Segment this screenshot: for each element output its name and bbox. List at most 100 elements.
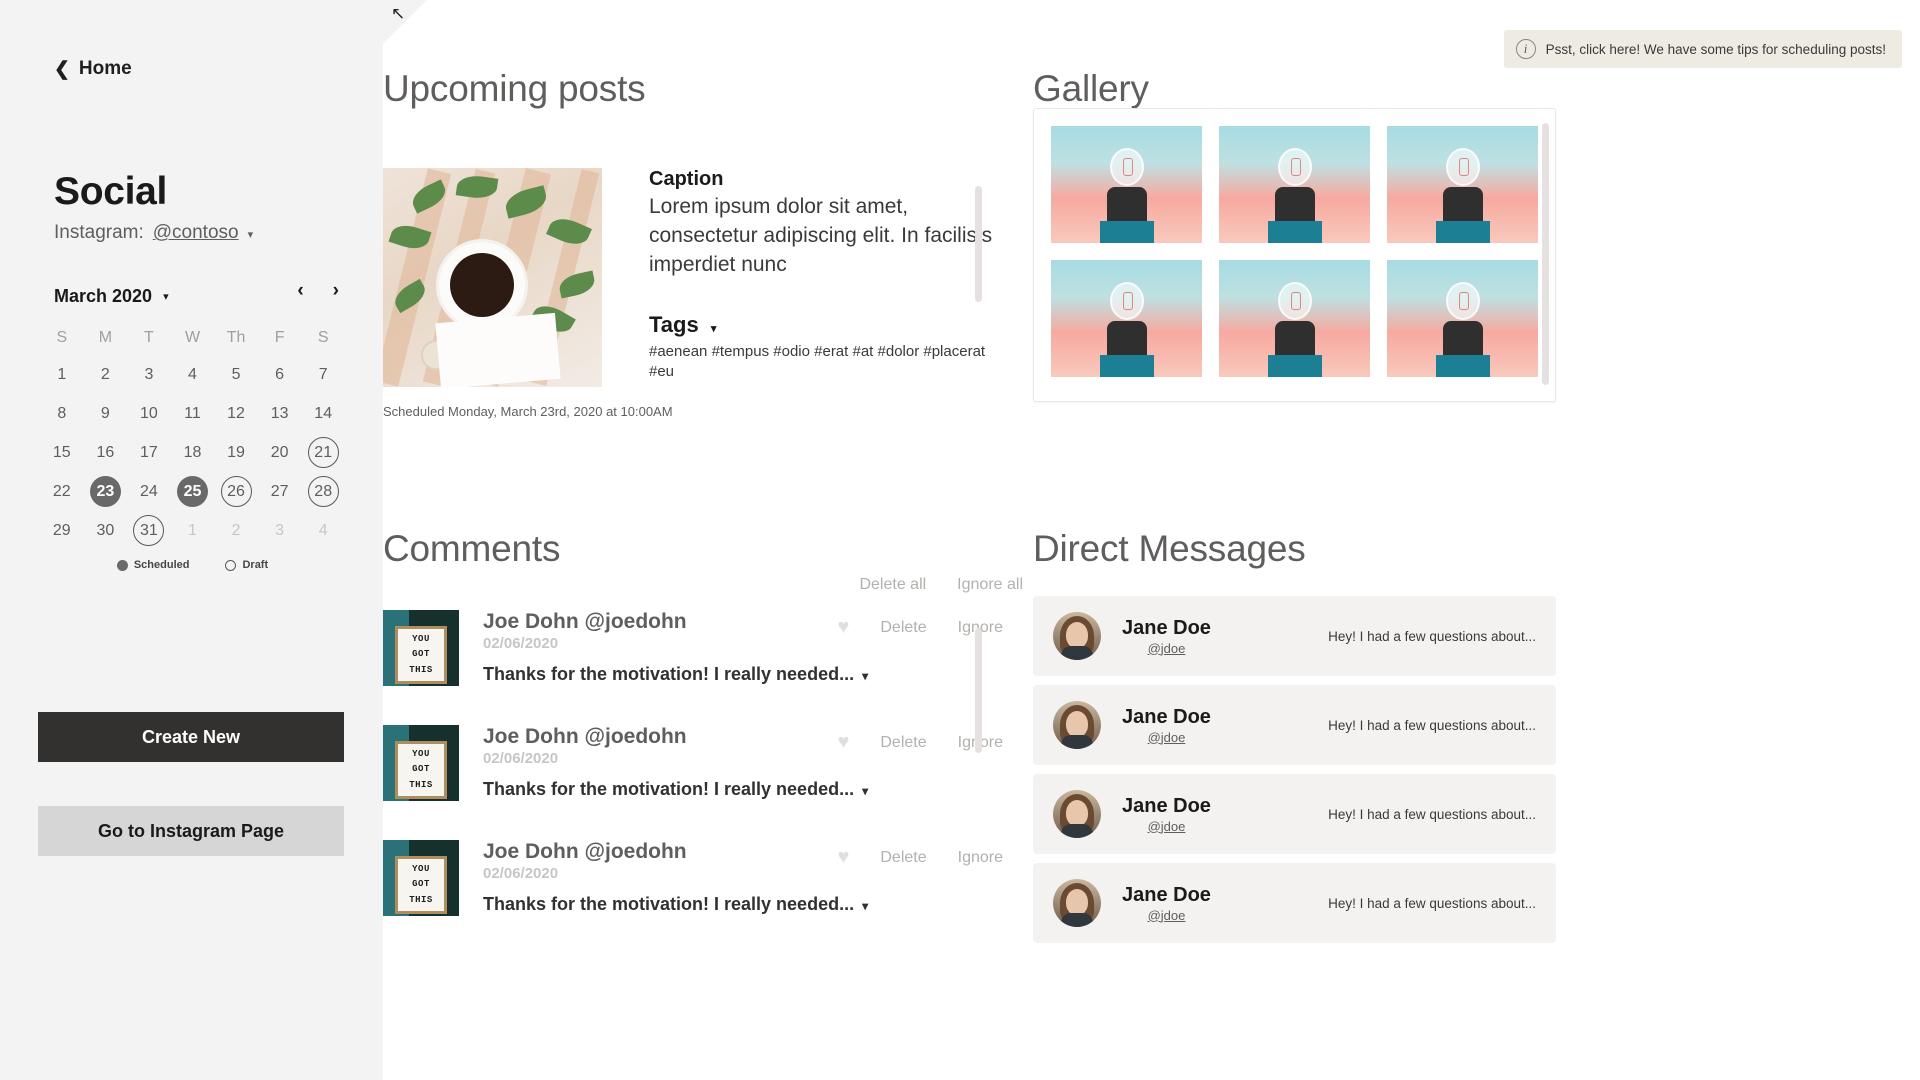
gallery-tile[interactable] <box>1051 260 1202 377</box>
calendar-day[interactable]: 14 <box>301 394 345 433</box>
create-new-button[interactable]: Create New <box>38 712 344 762</box>
home-back-link[interactable]: ❮ Home <box>54 58 132 80</box>
delete-comment-button[interactable]: Delete <box>880 619 926 637</box>
direct-message-item[interactable]: Jane Doe @jdoe Hey! I had a few questions … <box>1033 774 1556 854</box>
comment-item: YOU GOT THIS Joe Dohn @joedohn 02/06/2020 Tha… <box>383 840 1003 916</box>
chevron-down-icon[interactable]: ▾ <box>862 899 868 913</box>
calendar-day[interactable]: 6 <box>258 355 302 394</box>
calendar-day[interactable]: 28 <box>301 472 345 511</box>
upcoming-posts-title: Upcoming posts <box>383 68 646 109</box>
delete-comment-button[interactable]: Delete <box>880 849 926 867</box>
delete-comment-button[interactable]: Delete <box>880 734 926 752</box>
calendar-day[interactable]: 10 <box>127 394 171 433</box>
calendar-month-label[interactable]: March 2020 <box>40 286 152 307</box>
calendar-day-label: 1 <box>188 521 197 539</box>
calendar-day[interactable]: 2 <box>84 355 128 394</box>
direct-message-item[interactable]: Jane Doe @jdoe Hey! I had a few questions … <box>1033 685 1556 765</box>
calendar-day[interactable]: 22 <box>40 472 84 511</box>
calendar-day[interactable]: 15 <box>40 433 84 472</box>
direct-message-identity: Jane Doe @jdoe <box>1122 706 1211 745</box>
direct-message-handle[interactable]: @jdoe <box>1122 819 1211 834</box>
direct-message-item[interactable]: Jane Doe @jdoe Hey! I had a few questions … <box>1033 596 1556 676</box>
calendar-day[interactable]: 8 <box>40 394 84 433</box>
comment-text[interactable]: Thanks for the motivation! I really need… <box>483 664 1003 685</box>
direct-message-name: Jane Doe <box>1122 616 1211 639</box>
calendar-day[interactable]: 31 <box>127 511 171 550</box>
upcoming-scrollbar[interactable] <box>975 186 982 302</box>
heart-icon[interactable]: ♥ <box>838 731 850 754</box>
calendar-day-label: 13 <box>270 404 289 422</box>
sleeve-shape <box>1267 221 1322 243</box>
comments-scrollbar[interactable] <box>975 628 982 753</box>
ignore-comment-button[interactable]: Ignore <box>958 849 1003 867</box>
scheduled-dot-icon <box>116 559 128 571</box>
gallery-scrollbar[interactable] <box>1542 123 1549 385</box>
calendar-next-button[interactable]: › <box>333 280 339 302</box>
calendar-day-label: 8 <box>57 404 67 422</box>
gallery-tile[interactable] <box>1219 126 1370 243</box>
calendar-day[interactable]: 27 <box>258 472 302 511</box>
heart-icon[interactable]: ♥ <box>838 616 850 639</box>
calendar-day[interactable]: 25 <box>171 472 215 511</box>
go-to-instagram-page-button[interactable]: Go to Instagram Page <box>38 806 344 856</box>
calendar-day[interactable]: 1 <box>40 355 84 394</box>
calendar-day[interactable]: 29 <box>40 511 84 550</box>
gallery-tile[interactable] <box>1051 126 1202 243</box>
calendar-day[interactable]: 3 <box>258 511 302 550</box>
calendar-day[interactable]: 19 <box>214 433 258 472</box>
delete-all-button[interactable]: Delete all <box>859 576 926 594</box>
calendar-day[interactable]: 30 <box>84 511 128 550</box>
calendar-day[interactable]: 23 <box>84 472 128 511</box>
calendar-day[interactable]: 4 <box>301 511 345 550</box>
calendar-day-label: 4 <box>188 365 197 383</box>
calendar-dow-0: S <box>56 329 68 346</box>
calendar-day[interactable]: 5 <box>214 355 258 394</box>
collapse-arrow-icon[interactable]: ↖ <box>391 4 405 24</box>
chevron-down-icon[interactable]: ▾ <box>711 323 717 335</box>
calendar-day[interactable]: 12 <box>214 394 258 433</box>
calendar-prev-button[interactable]: ‹ <box>297 280 303 302</box>
calendar-day-label: 25 <box>176 476 208 507</box>
account-handle[interactable]: @contoso <box>153 222 239 244</box>
comment-text-value: Thanks for the motivation! I really need… <box>483 894 855 914</box>
comment-text[interactable]: Thanks for the motivation! I really need… <box>483 894 1003 915</box>
direct-message-handle[interactable]: @jdoe <box>1122 908 1211 923</box>
heart-icon[interactable]: ♥ <box>838 846 850 869</box>
gallery-tile[interactable] <box>1219 260 1370 377</box>
calendar-day[interactable]: 16 <box>84 433 128 472</box>
direct-message-item[interactable]: Jane Doe @jdoe Hey! I had a few questions … <box>1033 863 1556 943</box>
post-thumbnail[interactable] <box>383 168 602 387</box>
calendar-day-label: 5 <box>231 365 241 383</box>
calendar-day[interactable]: 7 <box>301 355 345 394</box>
calendar-day[interactable]: 20 <box>258 433 302 472</box>
calendar-day[interactable]: 3 <box>127 355 171 394</box>
calendar-day[interactable]: 11 <box>171 394 215 433</box>
calendar-day[interactable]: 9 <box>84 394 128 433</box>
ignore-all-button[interactable]: Ignore all <box>957 576 1023 594</box>
direct-message-handle[interactable]: @jdoe <box>1122 641 1211 656</box>
tips-tooltip[interactable]: i Psst, click here! We have some tips fo… <box>1503 30 1902 68</box>
calendar-day[interactable]: 2 <box>214 511 258 550</box>
calendar-day[interactable]: 4 <box>171 355 215 394</box>
comment-text[interactable]: Thanks for the motivation! I really need… <box>483 779 1003 800</box>
gallery-tile[interactable] <box>1387 260 1538 377</box>
chevron-down-icon[interactable]: ▾ <box>862 669 868 683</box>
gallery-tile[interactable] <box>1387 126 1538 243</box>
calendar-day[interactable]: 18 <box>171 433 215 472</box>
account-selector[interactable]: Instagram: @contoso ▾ <box>54 222 253 244</box>
calendar-day-label: 26 <box>220 476 252 507</box>
calendar-day-label: 4 <box>318 521 328 539</box>
calendar-dow-2: T <box>144 329 154 346</box>
calendar-day[interactable]: 21 <box>301 433 345 472</box>
direct-message-handle[interactable]: @jdoe <box>1122 730 1211 745</box>
tags-label[interactable]: Tags ▾ <box>649 312 1001 338</box>
calendar-day[interactable]: 1 <box>171 511 215 550</box>
calendar-day[interactable]: 17 <box>127 433 171 472</box>
chevron-down-icon[interactable]: ▾ <box>248 228 254 241</box>
sleeve-shape <box>1435 355 1490 377</box>
chevron-down-icon[interactable]: ▾ <box>862 784 868 798</box>
calendar-day[interactable]: 13 <box>258 394 302 433</box>
chevron-down-icon[interactable]: ▾ <box>163 290 169 303</box>
calendar-day[interactable]: 26 <box>214 472 258 511</box>
calendar-day[interactable]: 24 <box>127 472 171 511</box>
